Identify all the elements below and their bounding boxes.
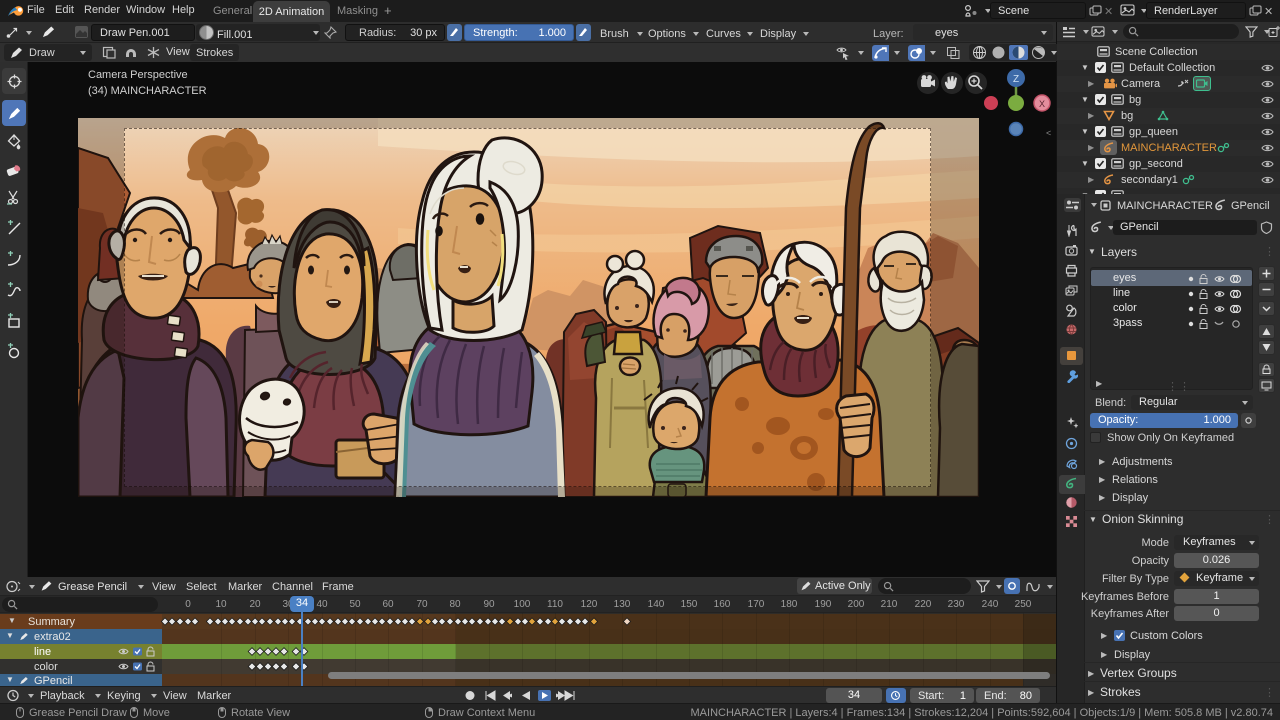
svg-text:Z: Z xyxy=(1013,74,1019,85)
svg-text:X: X xyxy=(1039,99,1045,109)
